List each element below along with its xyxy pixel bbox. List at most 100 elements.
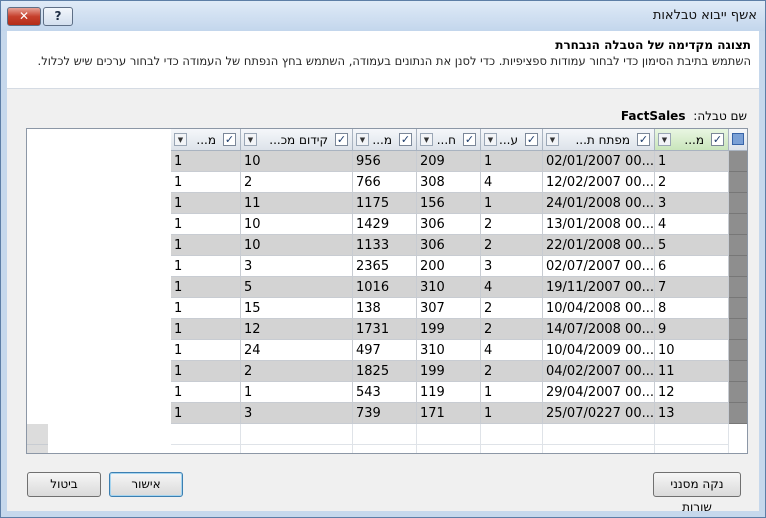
table-cell: 02/01/2007 00... xyxy=(543,151,655,172)
table-cell: 10 xyxy=(241,214,353,235)
cancel-button[interactable]: ביטול xyxy=(27,472,101,497)
table-cell: 1175 xyxy=(353,193,417,214)
table-cell: 2 xyxy=(241,172,353,193)
table-cell: 4 xyxy=(481,172,543,193)
empty-cell xyxy=(655,445,729,453)
table-cell: 1 xyxy=(171,340,241,361)
empty-row-header xyxy=(27,445,48,453)
table-cell: 1825 xyxy=(353,361,417,382)
column-checkbox[interactable]: ✓ xyxy=(223,133,236,146)
table-cell: 12/02/2007 00... xyxy=(543,172,655,193)
empty-row-header xyxy=(27,424,48,445)
empty-cell xyxy=(353,445,417,453)
filter-dropdown-icon[interactable]: ▼ xyxy=(484,133,497,146)
table-cell: 3 xyxy=(655,193,729,214)
table-cell: 6 xyxy=(655,256,729,277)
row-selector[interactable] xyxy=(729,193,747,214)
empty-cell xyxy=(241,445,353,453)
filter-dropdown-icon[interactable]: ▼ xyxy=(420,133,433,146)
table-cell: 2 xyxy=(481,319,543,340)
empty-cell xyxy=(171,445,241,453)
ok-button[interactable]: אישור xyxy=(109,472,183,497)
filter-dropdown-icon[interactable]: ▼ xyxy=(174,133,187,146)
column-checkbox[interactable]: ✓ xyxy=(637,133,650,146)
row-selector[interactable] xyxy=(729,298,747,319)
close-icon[interactable]: ✕ xyxy=(7,7,41,26)
table-cell: 209 xyxy=(417,151,481,172)
column-header-label: מ... xyxy=(196,133,216,147)
column-header-label: ח... xyxy=(436,133,456,147)
table-cell: 1 xyxy=(171,214,241,235)
table-cell: 29/04/2007 00... xyxy=(543,382,655,403)
empty-cell xyxy=(481,445,543,453)
table-cell: 8 xyxy=(655,298,729,319)
table-cell: 3 xyxy=(241,256,353,277)
row-selector[interactable] xyxy=(729,277,747,298)
column-checkbox[interactable]: ✓ xyxy=(525,133,538,146)
filter-dropdown-icon[interactable]: ▼ xyxy=(658,133,671,146)
table-cell: 4 xyxy=(481,277,543,298)
import-wizard-window: ✕ ? אשף ייבוא טבלאות תצוגה מקדימה של הטב… xyxy=(0,0,766,518)
table-cell: 199 xyxy=(417,361,481,382)
table-cell: 5 xyxy=(241,277,353,298)
table-cell: 171 xyxy=(417,403,481,424)
select-all-corner[interactable] xyxy=(729,129,747,151)
table-cell: 1 xyxy=(171,277,241,298)
row-selector[interactable] xyxy=(729,319,747,340)
table-cell: 1 xyxy=(171,298,241,319)
row-selector[interactable] xyxy=(729,172,747,193)
table-cell: 1 xyxy=(171,361,241,382)
help-icon[interactable]: ? xyxy=(43,7,73,26)
table-cell: 10 xyxy=(241,235,353,256)
row-selector[interactable] xyxy=(729,214,747,235)
table-cell: 1 xyxy=(481,151,543,172)
filter-dropdown-icon[interactable]: ▼ xyxy=(546,133,559,146)
row-selector[interactable] xyxy=(729,151,747,172)
empty-cell xyxy=(417,424,481,445)
filter-dropdown-icon[interactable]: ▼ xyxy=(356,133,369,146)
filter-dropdown-icon[interactable]: ▼ xyxy=(244,133,257,146)
column-checkbox[interactable]: ✓ xyxy=(399,133,412,146)
row-selector[interactable] xyxy=(729,361,747,382)
table-cell: 1 xyxy=(481,193,543,214)
header-title: תצוגה מקדימה של הטבלה הנבחרת xyxy=(555,38,751,52)
column-checkbox[interactable]: ✓ xyxy=(335,133,348,146)
row-selector[interactable] xyxy=(729,340,747,361)
empty-cell xyxy=(543,424,655,445)
header-panel: תצוגה מקדימה של הטבלה הנבחרת השתמש בתיבת… xyxy=(7,31,759,89)
table-cell: 1 xyxy=(171,403,241,424)
select-all-icon xyxy=(732,133,744,145)
table-cell: 11 xyxy=(241,193,353,214)
row-selector[interactable] xyxy=(729,382,747,403)
column-header-2[interactable]: ✓ ע... ▼ xyxy=(481,129,543,151)
table-cell: 3 xyxy=(241,403,353,424)
column-checkbox[interactable]: ✓ xyxy=(463,133,476,146)
table-cell: 2 xyxy=(241,361,353,382)
table-cell: 307 xyxy=(417,298,481,319)
table-cell: 12 xyxy=(655,382,729,403)
table-cell: 306 xyxy=(417,214,481,235)
clear-row-filters-button[interactable]: נקה מסנני שורות xyxy=(653,472,741,514)
table-cell: 739 xyxy=(353,403,417,424)
column-header-6[interactable]: ✓ מ... ▼ xyxy=(171,129,241,151)
column-checkbox[interactable]: ✓ xyxy=(711,133,724,146)
table-cell: 9 xyxy=(655,319,729,340)
column-header-0[interactable]: ✓ מ... ▼ xyxy=(655,129,729,151)
column-header-3[interactable]: ✓ ח... ▼ xyxy=(417,129,481,151)
empty-cell xyxy=(655,424,729,445)
preview-grid[interactable]: ✓ מ... ▼ ✓ מפתח ת... ▼ ✓ ע... ▼ ✓ ח... ▼ ✓ מ... ▼ ✓ קידו… xyxy=(26,128,748,454)
column-header-5[interactable]: ✓ קידום מכ... ▼ xyxy=(241,129,353,151)
table-cell: 14/07/2008 00... xyxy=(543,319,655,340)
column-header-1[interactable]: ✓ מפתח ת... ▼ xyxy=(543,129,655,151)
table-cell: 1016 xyxy=(353,277,417,298)
column-header-4[interactable]: ✓ מ... ▼ xyxy=(353,129,417,151)
table-cell: 138 xyxy=(353,298,417,319)
empty-cell xyxy=(481,424,543,445)
row-selector[interactable] xyxy=(729,403,747,424)
table-cell: 2 xyxy=(481,298,543,319)
row-selector[interactable] xyxy=(729,235,747,256)
table-cell: 1 xyxy=(171,256,241,277)
table-cell: 13 xyxy=(655,403,729,424)
column-header-label: מפתח ת... xyxy=(575,133,630,147)
row-selector[interactable] xyxy=(729,256,747,277)
